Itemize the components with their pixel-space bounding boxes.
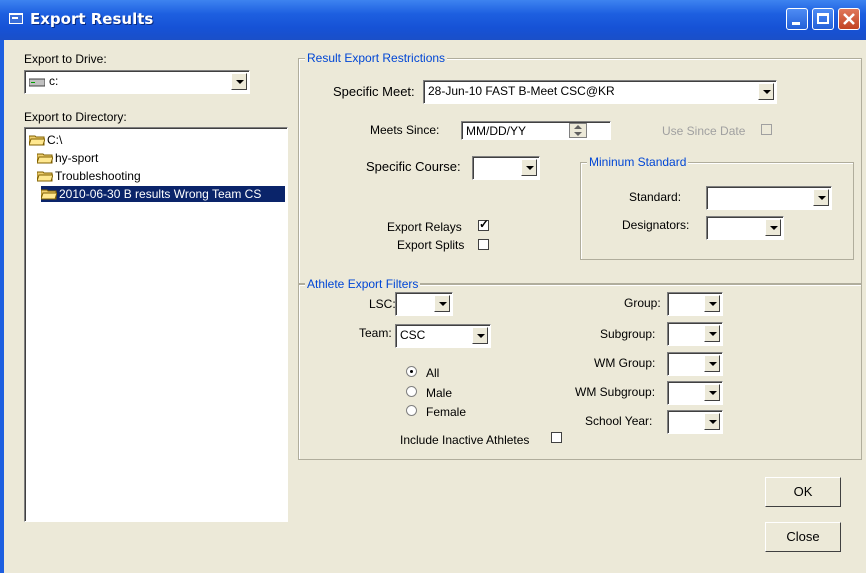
group-title: Mininum Standard	[587, 155, 689, 169]
meets-since-label: Meets Since:	[370, 123, 440, 137]
chevron-down-icon[interactable]	[765, 219, 781, 236]
wm-group-combo[interactable]	[667, 352, 723, 376]
school-year-combo[interactable]	[667, 410, 723, 434]
wm-subgroup-label: WM Subgroup:	[575, 385, 656, 399]
chevron-down-icon[interactable]	[704, 384, 720, 401]
subgroup-label: Subgroup:	[600, 327, 656, 341]
school-year-label: School Year:	[585, 414, 653, 428]
lsc-label: LSC:	[369, 297, 396, 311]
drive-value: c:	[49, 74, 59, 88]
maximize-button[interactable]	[812, 8, 834, 30]
radio-male[interactable]	[406, 386, 417, 397]
chevron-down-icon[interactable]	[472, 327, 488, 344]
group-label: Group:	[624, 296, 661, 310]
export-splits-label: Export Splits	[397, 238, 465, 252]
chevron-down-icon[interactable]	[521, 159, 537, 176]
tree-item-hy-sport[interactable]: hy-sport	[37, 150, 98, 166]
team-value: CSC	[400, 328, 426, 342]
folder-open-icon	[37, 153, 53, 164]
tree-item-troubleshooting[interactable]: Troubleshooting	[37, 168, 141, 184]
directory-tree[interactable]: C:\ hy-sport Troubleshooting 2010-06-30 …	[24, 127, 288, 522]
chevron-down-icon[interactable]	[704, 355, 720, 372]
wm-group-label: WM Group:	[594, 356, 656, 370]
close-icon	[843, 13, 855, 25]
window-frame	[0, 40, 4, 573]
window-title: Export Results	[30, 10, 154, 28]
use-since-date-checkbox[interactable]	[761, 124, 772, 135]
tree-item-label: hy-sport	[55, 151, 99, 165]
maximize-icon	[817, 13, 829, 24]
standard-combo[interactable]	[706, 186, 832, 210]
chevron-down-icon[interactable]	[704, 325, 720, 342]
close-button[interactable]: Close	[765, 522, 841, 552]
meets-since-input[interactable]: MM/DD/YY	[461, 121, 611, 140]
radio-all[interactable]	[406, 366, 417, 377]
window-icon	[9, 13, 23, 24]
subgroup-combo[interactable]	[667, 322, 723, 346]
chevron-down-icon[interactable]	[813, 189, 829, 206]
export-drive-label: Export to Drive:	[24, 52, 107, 66]
folder-open-icon	[29, 135, 45, 146]
export-splits-checkbox[interactable]	[478, 239, 489, 250]
title-bar[interactable]: Export Results	[0, 0, 866, 40]
specific-meet-label: Specific Meet:	[333, 84, 415, 99]
use-since-date-label: Use Since Date	[662, 124, 746, 138]
group-combo[interactable]	[667, 292, 723, 316]
group-title: Result Export Restrictions	[305, 51, 448, 65]
ok-button[interactable]: OK	[765, 477, 841, 507]
designators-label: Designators:	[622, 218, 690, 232]
minimize-button[interactable]	[786, 8, 808, 30]
spin-updown-icon[interactable]	[569, 123, 587, 138]
export-directory-label: Export to Directory:	[24, 110, 127, 124]
meets-since-value: MM/DD/YY	[466, 124, 526, 138]
radio-male-label: Male	[426, 386, 453, 400]
drive-icon	[29, 78, 45, 87]
specific-meet-value: 28-Jun-10 FAST B-Meet CSC@KR	[428, 84, 615, 98]
radio-female[interactable]	[406, 405, 417, 416]
minimize-icon	[792, 22, 800, 25]
chevron-down-icon[interactable]	[434, 295, 450, 312]
lsc-combo[interactable]	[395, 292, 453, 316]
radio-all-label: All	[426, 366, 440, 380]
specific-meet-combo[interactable]: 28-Jun-10 FAST B-Meet CSC@KR	[423, 80, 777, 104]
wm-subgroup-combo[interactable]	[667, 381, 723, 405]
chevron-down-icon[interactable]	[231, 73, 247, 90]
drive-combo[interactable]: c:	[24, 70, 250, 94]
tree-item-selected[interactable]: 2010-06-30 B results Wrong Team CS	[41, 186, 285, 202]
checkmark-icon: ✓	[479, 217, 490, 231]
folder-open-icon	[41, 189, 57, 200]
tree-item-label: 2010-06-30 B results Wrong Team CS	[59, 187, 262, 201]
team-label: Team:	[359, 326, 392, 340]
minimum-standard-group: Mininum Standard	[580, 155, 854, 260]
chevron-down-icon[interactable]	[758, 83, 774, 100]
standard-label: Standard:	[629, 190, 682, 204]
radio-female-label: Female	[426, 405, 467, 419]
designators-combo[interactable]	[706, 216, 784, 240]
export-relays-label: Export Relays	[387, 220, 462, 234]
include-inactive-label: Include Inactive Athletes	[400, 433, 530, 447]
tree-item-root[interactable]: C:\	[29, 132, 62, 148]
specific-course-combo[interactable]	[472, 156, 540, 180]
close-window-button[interactable]	[838, 8, 860, 30]
team-combo[interactable]: CSC	[395, 324, 491, 348]
chevron-down-icon[interactable]	[704, 295, 720, 312]
tree-item-label: C:\	[47, 133, 63, 147]
chevron-down-icon[interactable]	[704, 413, 720, 430]
tree-item-label: Troubleshooting	[55, 169, 141, 183]
export-relays-checkbox[interactable]: ✓	[478, 217, 490, 231]
include-inactive-checkbox[interactable]	[551, 432, 562, 443]
group-title: Athlete Export Filters	[305, 277, 421, 291]
specific-course-label: Specific Course:	[366, 159, 461, 174]
folder-open-icon	[37, 171, 53, 182]
